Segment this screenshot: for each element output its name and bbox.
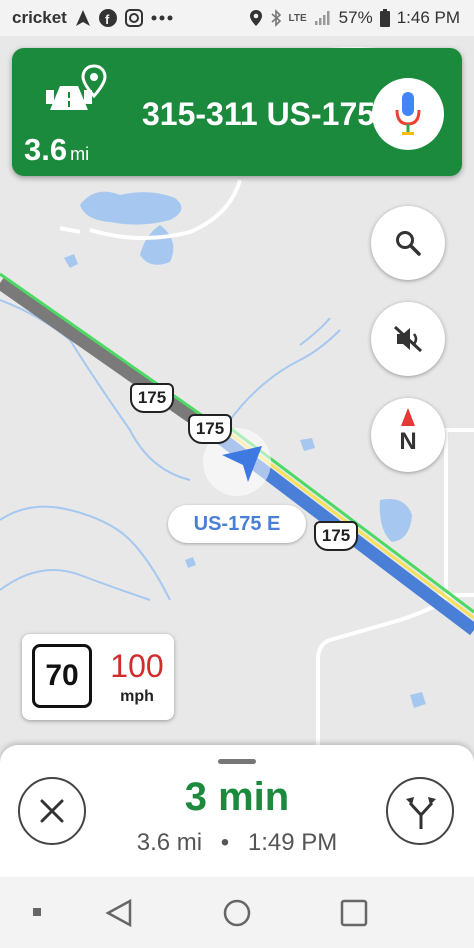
highway-shield-number: 175 — [195, 419, 225, 438]
battery-icon — [379, 9, 390, 27]
speed-limit-sign: 70 — [32, 644, 92, 708]
road-label-pill: US-175 E — [168, 505, 306, 543]
voice-search-button[interactable] — [372, 78, 444, 150]
mute-button[interactable] — [371, 302, 445, 376]
maneuver-distance: 3.6 mi — [24, 132, 89, 168]
recent-apps-icon[interactable] — [32, 907, 42, 917]
navigation-arrow-icon — [75, 10, 90, 26]
network-type: LTE — [288, 12, 307, 24]
maneuver-distance-value: 3.6 — [24, 132, 68, 167]
svg-text:f: f — [105, 12, 110, 27]
trip-summary-sheet[interactable]: 3 min 3.6 mi • 1:49 PM — [0, 745, 474, 877]
compass-icon — [401, 408, 415, 426]
alternate-routes-icon — [406, 797, 436, 829]
signal-icon — [314, 11, 330, 25]
battery-percent: 57% — [338, 8, 373, 27]
road-label: US-175 E — [193, 512, 281, 535]
mute-icon — [393, 325, 423, 353]
home-icon[interactable] — [222, 898, 252, 928]
clock: 1:46 PM — [396, 8, 460, 27]
more-dots-icon — [151, 15, 173, 21]
location-icon — [249, 10, 262, 26]
compass-button[interactable]: N — [371, 398, 445, 472]
highway-shield: 175 — [188, 414, 232, 444]
status-bar: cricket f LTE 57% 1:46 PM — [0, 0, 474, 36]
sheet-drag-handle[interactable] — [218, 759, 256, 764]
search-icon — [396, 231, 421, 256]
overview-icon[interactable] — [340, 899, 368, 927]
search-along-route-button[interactable] — [371, 206, 445, 280]
highway-shield: 175 — [314, 521, 358, 551]
highway-shield: 175 — [130, 383, 174, 413]
trip-distance: 3.6 mi — [136, 829, 203, 856]
carrier-name: cricket — [12, 8, 67, 27]
bluetooth-icon — [270, 9, 281, 27]
maneuver-distance-unit: mi — [70, 144, 90, 164]
highway-shield-number: 175 — [137, 388, 167, 407]
highway-destination-icon — [46, 64, 107, 110]
system-navigation-bar — [0, 877, 474, 948]
current-speed: 100 — [110, 648, 164, 684]
alternate-routes-button[interactable] — [386, 777, 454, 845]
back-icon[interactable] — [104, 899, 134, 927]
trip-separator: • — [220, 829, 230, 856]
arrival-time: 1:49 PM — [247, 829, 338, 856]
speed-limit-value: 70 — [45, 659, 79, 692]
speed-unit: mph — [120, 688, 154, 705]
street-name: 315-311 US-175 — [142, 96, 376, 132]
highway-shield-number: 175 — [321, 526, 351, 545]
facebook-icon: f — [98, 9, 117, 27]
instagram-icon — [124, 9, 143, 27]
speedometer-card: 70 100 mph — [22, 634, 174, 720]
compass-north-label: N — [399, 428, 417, 455]
mic-icon — [395, 92, 421, 135]
